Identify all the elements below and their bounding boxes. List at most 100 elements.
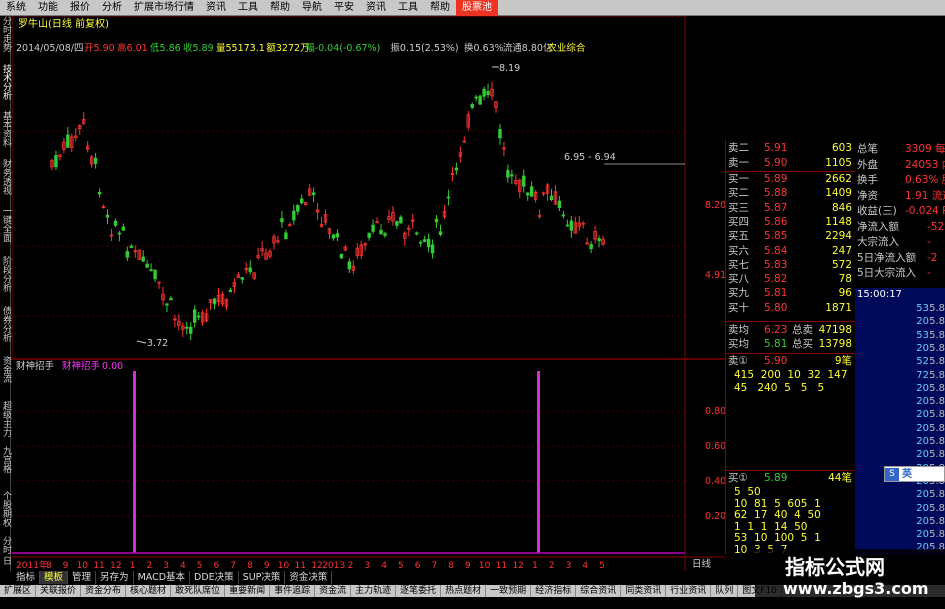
- kline-chart-area[interactable]: 罗牛山(日线 前复权) 2014/05/08/四 开5.90 高6.01 低5.86 收5…: [11, 15, 726, 571]
- bottom-tab[interactable]: 逐笔委托: [396, 585, 442, 597]
- tick-row[interactable]: 53 5.8: [855, 302, 945, 315]
- bottom-tab[interactable]: 行业资讯: [666, 585, 712, 597]
- tick-row[interactable]: 205.8: [855, 515, 945, 528]
- date-tick: 2: [549, 561, 555, 571]
- menu-item[interactable]: 工具: [232, 0, 264, 16]
- left-tab[interactable]: 资金流: [0, 356, 11, 383]
- left-tab[interactable]: 基本资料: [0, 111, 11, 147]
- bottom-tab[interactable]: 敢死队席位: [171, 585, 226, 597]
- indicator-subtab[interactable]: 指标: [12, 571, 41, 584]
- date-tick: 1: [130, 561, 136, 571]
- bottom-tab[interactable]: 资金流: [315, 585, 352, 597]
- quote-row: 卖一 5.90 1105: [726, 157, 856, 170]
- indicator-name: 财神招手: [62, 360, 101, 372]
- menu-item[interactable]: 资讯: [360, 0, 392, 16]
- left-tab[interactable]: 一键全面: [0, 206, 11, 242]
- stat-key: 5日大宗流入: [857, 267, 917, 279]
- bottom-tab[interactable]: 扩展区: [0, 585, 37, 597]
- tick-row[interactable]: 205.8: [855, 422, 945, 435]
- tick-row[interactable]: 205.8: [855, 528, 945, 541]
- menu-item[interactable]: 股票池: [456, 0, 498, 16]
- stat-key: 收益(三): [857, 205, 897, 217]
- indicator-subtab[interactable]: 另存为: [96, 571, 134, 584]
- tick-volume: 20: [916, 436, 929, 447]
- tick-row[interactable]: 205.8: [855, 342, 945, 355]
- indicator-axis-label: 0.40: [705, 476, 725, 487]
- info-item: 流通8.80亿: [503, 42, 553, 54]
- tick-row[interactable]: 205.8: [855, 315, 945, 328]
- date-tick: 2: [348, 561, 354, 571]
- tick-list[interactable]: 15:00:17 53 5.8 20 5.8 53 5.8 20 5.8 52 5.8 72 5.8 20…: [855, 288, 945, 555]
- left-tab[interactable]: 分时: [0, 536, 11, 554]
- tick-row[interactable]: 205.8: [855, 502, 945, 515]
- axis-label-right: 8.20: [705, 200, 725, 211]
- tick-volume: 20: [916, 422, 929, 434]
- bottom-tab[interactable]: 事件追踪: [270, 585, 316, 597]
- tick-row[interactable]: 205.8: [855, 488, 945, 501]
- left-tab[interactable]: 财务透视: [0, 159, 11, 195]
- menu-item[interactable]: 平安: [328, 0, 360, 16]
- left-tab[interactable]: 阶段分析: [0, 256, 11, 292]
- info-item: 额3272万: [266, 42, 309, 54]
- bottom-tab[interactable]: 主力轨迹: [351, 585, 397, 597]
- menu-item[interactable]: 功能: [32, 0, 64, 16]
- menu-item[interactable]: 资讯: [200, 0, 232, 16]
- tick-volume: 20: [916, 316, 929, 328]
- high-label: 8.19: [499, 63, 520, 74]
- menu-item[interactable]: 报价: [64, 0, 96, 16]
- stat-value: 0.63% 股本: [905, 174, 945, 186]
- tick-price: 5.8: [929, 489, 945, 501]
- menu-item[interactable]: 扩展市场行情: [128, 0, 200, 16]
- bottom-tab[interactable]: 核心题材: [126, 585, 172, 597]
- left-tab[interactable]: 债券分析: [0, 306, 11, 342]
- bottom-tab[interactable]: 综合资讯: [576, 585, 622, 597]
- menu-item[interactable]: 分析: [96, 0, 128, 16]
- candle-body: [113, 220, 118, 226]
- left-tab[interactable]: 个股期权: [0, 491, 11, 527]
- indicator-subtab[interactable]: 管理: [68, 571, 97, 584]
- bottom-tab[interactable]: 重要新闻: [225, 585, 271, 597]
- bottom-tab[interactable]: 同类资讯: [621, 585, 667, 597]
- ime-indicator[interactable]: S 英: [884, 466, 945, 482]
- bottom-tab[interactable]: 经济指标: [531, 585, 577, 597]
- axis-label-right: 4.91: [705, 270, 725, 281]
- quote-volume: 2662: [825, 173, 852, 185]
- indicator-subtab[interactable]: 模板: [40, 571, 69, 584]
- left-tab[interactable]: 分时走势: [0, 16, 11, 52]
- candle-body: [296, 205, 300, 212]
- tick-row[interactable]: 205.8: [855, 395, 945, 408]
- menu-item[interactable]: 帮助: [424, 0, 456, 16]
- indicator-subtab[interactable]: 资金决策: [285, 571, 333, 584]
- left-tab[interactable]: 九宫格: [0, 446, 11, 473]
- indicator-subtab[interactable]: SUP决策: [239, 571, 286, 584]
- tick-row[interactable]: 205.8: [855, 382, 945, 395]
- bottom-tab[interactable]: 资金分布: [81, 585, 127, 597]
- tick-row[interactable]: 205.8: [855, 408, 945, 421]
- left-tab[interactable]: 超级主力: [0, 401, 11, 437]
- indicator-subtab[interactable]: MACD基本: [134, 571, 191, 584]
- date-tick: 2013: [322, 561, 345, 571]
- tick-price: 5.8: [929, 369, 945, 381]
- bottom-tab[interactable]: 队列: [711, 585, 739, 597]
- bottom-tab[interactable]: 一致预期: [486, 585, 532, 597]
- menu-item[interactable]: 帮助: [264, 0, 296, 16]
- tick-row[interactable]: 205.8: [855, 435, 945, 448]
- menu-item[interactable]: 系统: [0, 0, 32, 16]
- chart-title: 罗牛山(日线 前复权): [18, 17, 109, 30]
- menu-item[interactable]: 导航: [296, 0, 328, 16]
- bottom-tab[interactable]: 关联报价: [36, 585, 82, 597]
- candle-body: [430, 244, 435, 254]
- total-label: 总买: [792, 338, 813, 350]
- kline-chart-svg[interactable]: 罗牛山(日线 前复权) 2014/05/08/四 开5.90 高6.01 低5.86 收5…: [11, 15, 726, 571]
- left-tab[interactable]: 技术分析: [0, 64, 11, 100]
- candle-body: [569, 220, 574, 231]
- indicator-subtab[interactable]: DDE决策: [190, 571, 239, 584]
- bottom-tab[interactable]: 热点题材: [441, 585, 487, 597]
- tick-row[interactable]: 205.8: [855, 448, 945, 461]
- tick-row[interactable]: 52 5.8: [855, 355, 945, 368]
- tick-row[interactable]: 53 5.8: [855, 329, 945, 342]
- left-tab[interactable]: 日: [0, 556, 11, 565]
- candle-body: [212, 298, 217, 305]
- menu-item[interactable]: 工具: [392, 0, 424, 16]
- tick-row[interactable]: 72 5.8: [855, 369, 945, 382]
